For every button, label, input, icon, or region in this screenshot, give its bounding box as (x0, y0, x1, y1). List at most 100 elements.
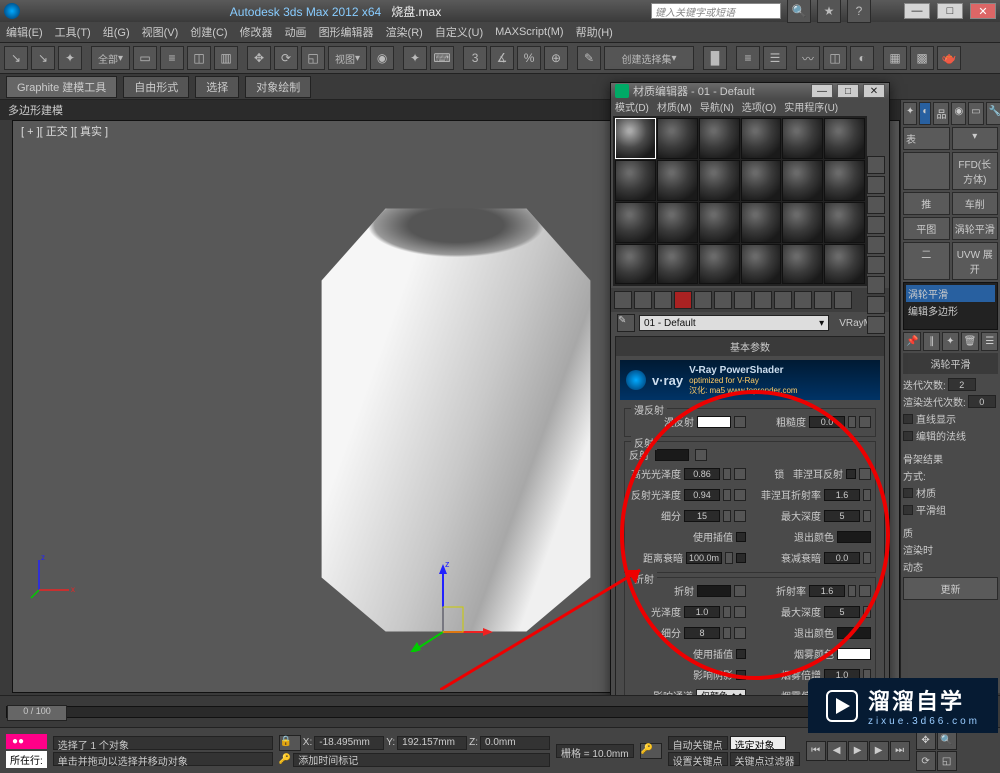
curve-editor-icon[interactable]: 〰 (796, 46, 820, 70)
menu-tools[interactable]: 工具(T) (49, 24, 97, 40)
go-sibling-icon[interactable] (834, 291, 852, 309)
refract-exit-color[interactable] (837, 627, 871, 639)
chk-sg[interactable] (903, 505, 913, 515)
nav-pan-icon[interactable]: ✥ (916, 730, 936, 750)
riter-input[interactable] (968, 395, 996, 408)
refl-interp-check[interactable] (736, 532, 746, 542)
fresnel-check[interactable] (846, 469, 856, 479)
autokey-toggle-icon[interactable]: 🔑 (640, 743, 662, 759)
refract-ior-input[interactable]: 1.6 (809, 585, 845, 597)
snap-angle-icon[interactable]: ∡ (490, 46, 514, 70)
menu-modifiers[interactable]: 修改器 (234, 24, 279, 40)
show-in-vp-icon[interactable] (774, 291, 792, 309)
autokey-button[interactable]: 自动关键点 (668, 736, 728, 750)
diffuse-color[interactable] (697, 416, 731, 428)
menu-group[interactable]: 组(G) (97, 24, 136, 40)
menu-help[interactable]: 帮助(H) (570, 24, 619, 40)
pick-mat-icon[interactable]: ✎ (617, 314, 635, 332)
rendered-frame-icon[interactable]: ▩ (910, 46, 934, 70)
keyfilter-button[interactable]: 关键点过滤器 (730, 752, 800, 766)
get-material-icon[interactable] (614, 291, 632, 309)
cmd-motion-icon[interactable]: ◉ (951, 102, 966, 125)
update-button[interactable]: 更新 (903, 577, 998, 600)
menu-maxscript[interactable]: MAXScript(M) (489, 26, 569, 38)
assign-icon[interactable] (654, 291, 672, 309)
mat-max-button[interactable]: □ (837, 84, 859, 98)
go-parent-icon[interactable] (814, 291, 832, 309)
window-crossing-icon[interactable]: ▥ (214, 46, 238, 70)
selected-key-label[interactable]: 选定对象 (730, 736, 786, 750)
menu-customize[interactable]: 自定义(U) (429, 24, 489, 40)
star-icon[interactable]: ★ (817, 0, 841, 23)
selection-filter-dropdown[interactable]: 全部 ▾ (91, 46, 130, 70)
maximize-button[interactable]: □ (937, 3, 963, 19)
scale-icon[interactable]: ◱ (301, 46, 325, 70)
iter-input[interactable] (948, 378, 976, 391)
ribbon-tab-freeform[interactable]: 自由形式 (123, 76, 189, 98)
transform-gizmo-icon[interactable]: z y (393, 552, 493, 652)
reflect-color[interactable] (655, 449, 689, 461)
nav-zoom-icon[interactable]: 🔍 (937, 730, 957, 750)
material-editor-titlebar[interactable]: 材质编辑器 - 01 - Default — □ ✕ (611, 83, 889, 99)
cmd-modify-icon[interactable]: ◐ (919, 102, 931, 125)
put-to-scene-icon[interactable] (634, 291, 652, 309)
refl-exit-color[interactable] (837, 531, 871, 543)
time-tag-input[interactable] (293, 753, 550, 767)
material-sample-slots[interactable] (613, 116, 867, 286)
mod-turbo[interactable]: 涡轮平滑 (952, 217, 999, 240)
menu-views[interactable]: 视图(V) (136, 24, 185, 40)
refract-subdiv-input[interactable]: 8 (684, 627, 720, 639)
make-unique-icon[interactable] (714, 291, 732, 309)
mod-ffd[interactable]: FFD(长方体) (952, 152, 999, 190)
cmd-hierarchy-icon[interactable]: 品 (933, 102, 949, 125)
mat-map-nav-icon[interactable] (867, 316, 885, 334)
setkey-button[interactable]: 设置关键点 (668, 752, 728, 766)
marquee-icon[interactable]: ◫ (187, 46, 211, 70)
reset-icon[interactable] (674, 291, 692, 309)
mirror-icon[interactable]: ▐▌ (703, 46, 727, 70)
menu-create[interactable]: 创建(C) (184, 24, 233, 40)
unlink-icon[interactable]: ↘ (31, 46, 55, 70)
modifier-list-label[interactable]: 表 (903, 127, 950, 150)
help-icon[interactable]: ? (847, 0, 871, 23)
named-sel-dropdown[interactable]: 创建选择集 ▾ (604, 46, 694, 70)
refl-subdiv-input[interactable]: 15 (684, 510, 720, 522)
dim-amt-input[interactable]: 0.0 (824, 552, 860, 564)
show-end-icon[interactable] (794, 291, 812, 309)
make-preview-icon[interactable] (867, 256, 885, 274)
diffuse-map-slot[interactable] (734, 416, 746, 428)
menu-animation[interactable]: 动画 (279, 24, 313, 40)
mat-close-button[interactable]: ✕ (863, 84, 885, 98)
video-color-icon[interactable] (867, 236, 885, 254)
mod-btn1[interactable] (903, 152, 950, 190)
bind-icon[interactable]: ✦ (58, 46, 82, 70)
goto-end-icon[interactable]: ⏭ (890, 741, 910, 761)
mat-id-icon[interactable] (754, 291, 772, 309)
affect-shadows-check[interactable] (736, 670, 746, 680)
align-icon[interactable]: ≡ (736, 46, 760, 70)
edit-named-sel-icon[interactable]: ✎ (577, 46, 601, 70)
stack-pin-icon[interactable]: 📌 (903, 332, 921, 351)
backlight-icon[interactable] (867, 176, 885, 194)
refl-depth-input[interactable]: 5 (824, 510, 860, 522)
menu-graph[interactable]: 图形编辑器 (313, 24, 380, 40)
lock-icon[interactable]: 🔒 (279, 735, 301, 751)
manip-icon[interactable]: ✦ (403, 46, 427, 70)
sample-type-icon[interactable] (867, 156, 885, 174)
snap-icon[interactable]: 3 (463, 46, 487, 70)
material-menu[interactable]: 模式(D) 材质(M) 导航(N) 选项(O) 实用程序(U) (611, 99, 889, 114)
render-setup-icon[interactable]: ▦ (883, 46, 907, 70)
material-editor-icon[interactable]: ◐ (850, 46, 874, 70)
make-copy-icon[interactable] (694, 291, 712, 309)
options-icon[interactable] (867, 276, 885, 294)
stack-remove-icon[interactable]: 🗑 (961, 332, 980, 351)
stack-item-editpoly[interactable]: 编辑多边形 (906, 302, 995, 319)
help-search-input[interactable]: 键入关键字或短语 (651, 3, 781, 19)
keyboard-icon[interactable]: ⌨ (430, 46, 454, 70)
minimize-button[interactable]: — (904, 3, 930, 19)
time-thumb[interactable]: 0 / 100 (7, 705, 67, 721)
nav-orbit-icon[interactable]: ⟳ (916, 751, 936, 771)
menu-edit[interactable]: 编辑(E) (0, 24, 49, 40)
mat-slot[interactable] (657, 118, 698, 159)
coord-x-input[interactable] (314, 736, 384, 750)
